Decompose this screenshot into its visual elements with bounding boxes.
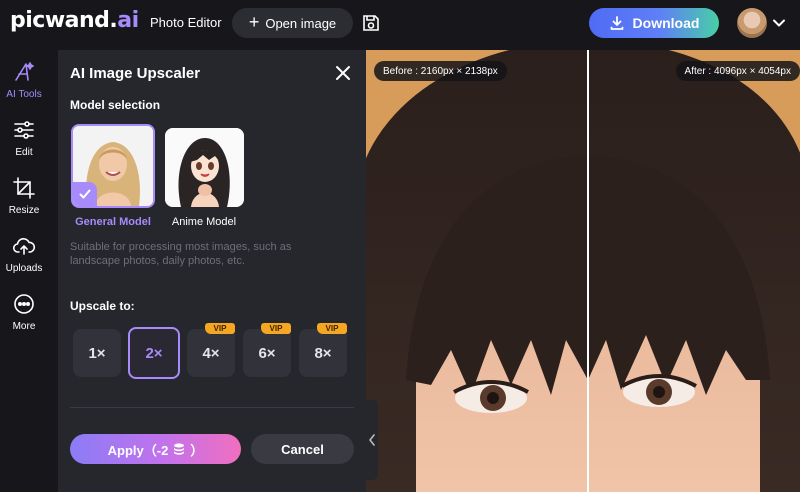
logo[interactable]: picwand.ai [10,8,139,33]
rail-item-resize[interactable]: Resize [0,170,48,224]
download-button[interactable]: Download [589,8,719,38]
coin-stack-icon [174,443,185,455]
scale-2x-button[interactable]: 2× [128,327,180,379]
left-rail: AI Tools Edit Resize Uploads More [0,46,48,492]
logo-ai-text: ai [117,8,139,33]
apply-label: Apply（-2 [107,442,169,458]
comparison-image [366,50,800,492]
open-image-label: Open image [265,15,337,31]
image-canvas[interactable]: Before : 2160px × 2138px After : 4096px … [366,50,800,492]
avatar[interactable] [737,8,767,38]
rail-item-more[interactable]: More [0,286,48,340]
plus-icon: + [248,12,260,32]
top-bar: picwand.ai Photo Editor + Open image Dow… [0,0,800,46]
rail-label-uploads: Uploads [5,263,43,274]
upscaler-panel: AI Image Upscaler Model selection Genera… [58,50,366,492]
logo-text: picwand. [10,8,118,33]
close-icon[interactable] [334,64,352,82]
cancel-label: Cancel [281,441,324,457]
selected-check-badge [73,182,97,206]
scale-8x-button[interactable]: 8× VIP [299,323,347,377]
download-icon [610,16,623,30]
collapse-panel-tab[interactable] [366,400,378,480]
scale-2x-label: 2× [145,344,163,362]
ai-tools-icon [15,62,34,81]
more-icon [14,294,34,314]
scale-4x-label: 4× [202,344,220,362]
scale-6x-label: 6× [258,344,276,362]
anime-model-label[interactable]: Anime Model [159,216,249,228]
before-size-tag: Before : 2160px × 2138px [374,61,507,81]
cloud-upload-icon [12,238,36,255]
vip-badge: VIP [261,323,291,334]
download-label: Download [632,15,700,31]
rail-label-edit: Edit [15,147,33,158]
open-image-button[interactable]: + Open image [232,8,353,38]
check-icon [79,189,91,199]
anime-model-thumbnail [165,128,244,207]
scale-6x-button[interactable]: 6× VIP [243,323,291,377]
cancel-button[interactable]: Cancel [251,434,354,464]
general-model-card[interactable] [71,124,155,208]
apply-button[interactable]: Apply（-2 ） [70,434,241,464]
rail-item-ai-tools[interactable]: AI Tools [0,54,48,108]
vip-badge: VIP [317,323,347,334]
apply-suffix: ） [190,442,204,458]
scale-8x-label: 8× [314,344,332,362]
sliders-icon [14,121,34,139]
comparison-divider-handle[interactable] [587,50,589,492]
vip-badge: VIP [205,323,235,334]
rail-label-more: More [12,321,36,332]
rail-label-resize: Resize [8,205,40,216]
model-selection-label: Model selection [70,98,161,112]
chevron-down-icon[interactable] [771,16,787,30]
scale-1x-button[interactable]: 1× [73,329,121,377]
rail-item-uploads[interactable]: Uploads [0,228,48,282]
upscale-to-label: Upscale to: [70,299,135,313]
panel-title: AI Image Upscaler [70,65,201,82]
save-icon[interactable] [361,13,381,33]
model-description: Suitable for processing most images, suc… [70,241,292,267]
rail-item-edit[interactable]: Edit [0,112,48,166]
panel-divider [70,407,354,408]
chevron-left-icon [369,434,375,446]
general-model-label[interactable]: General Model [68,216,158,228]
scale-4x-button[interactable]: 4× VIP [187,323,235,377]
rail-label-ai-tools: AI Tools [6,89,42,100]
anime-model-card[interactable] [165,128,244,207]
crop-icon [13,177,35,199]
scale-1x-label: 1× [88,344,106,362]
after-size-tag: After : 4096px × 4054px [675,61,800,81]
app-title: Photo Editor [150,15,222,30]
